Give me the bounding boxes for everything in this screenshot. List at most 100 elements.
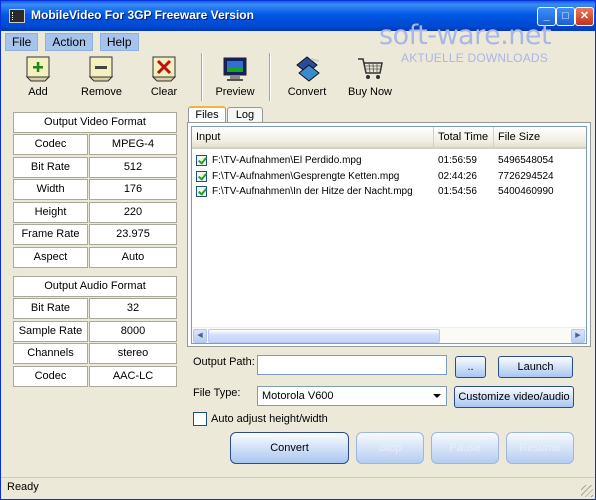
row-file-size: 5400460990: [498, 186, 554, 197]
column-total-time[interactable]: Total Time: [434, 127, 494, 147]
scroll-left-arrow-icon[interactable]: ◀: [193, 329, 207, 343]
output-path-input[interactable]: [257, 355, 447, 375]
video-row-value: 512: [89, 156, 177, 178]
files-list[interactable]: Input Total Time File Size F:\TV-Aufnahm…: [191, 126, 587, 344]
shopping-cart-icon: [356, 55, 384, 83]
pause-label: Pause: [449, 442, 481, 454]
file-type-select[interactable]: Motorola V600: [257, 386, 447, 406]
audio-row-label: Codec: [13, 365, 88, 387]
video-row-value: Auto: [89, 246, 177, 268]
video-row-label: Width: [13, 179, 88, 200]
row-total-time: 02:44:26: [438, 170, 477, 182]
file-type-label: File Type:: [193, 387, 241, 399]
launch-button[interactable]: Launch: [498, 356, 573, 378]
files-tab-panel: Input Total Time File Size F:\TV-Aufnahm…: [187, 122, 591, 347]
tab-files[interactable]: Files: [188, 106, 226, 123]
video-row-label: Height: [13, 201, 88, 223]
maximize-button[interactable]: □: [556, 7, 575, 26]
column-input[interactable]: Input: [192, 127, 434, 147]
video-format-title: Output Video Format: [13, 112, 177, 133]
audio-row-label: Bit Rate: [13, 298, 88, 319]
audio-row-value: 8000: [89, 320, 177, 342]
video-row-label: Frame Rate: [13, 224, 88, 245]
preview-label: Preview: [215, 86, 255, 98]
stop-label: Stop: [378, 442, 402, 454]
video-row-value: 23.975: [89, 224, 177, 245]
customize-button[interactable]: Customize video/audio: [454, 386, 574, 408]
close-button[interactable]: ✕: [575, 7, 594, 26]
audio-row-value: stereo: [89, 343, 177, 364]
app-icon: [9, 9, 25, 23]
menu-bar: File Action Help: [5, 33, 143, 51]
row-input-path: F:\TV-Aufnahmen\Gesprengte Ketten.mpg: [212, 170, 400, 182]
row-input-path: F:\TV-Aufnahmen\El Perdido.mpg: [212, 155, 362, 166]
convert-icon: [293, 55, 321, 83]
browse-button[interactable]: ..: [455, 356, 486, 378]
convert-button[interactable]: Convert: [230, 432, 349, 464]
menu-action[interactable]: Action: [45, 33, 93, 51]
video-row-value: MPEG-4: [89, 134, 177, 155]
row-input-path: F:\TV-Aufnahmen\In der Hitze der Nacht.m…: [212, 186, 413, 197]
video-row-value: 176: [89, 179, 177, 200]
horizontal-scrollbar[interactable]: ◀ ▶: [192, 327, 586, 343]
table-row[interactable]: F:\TV-Aufnahmen\El Perdido.mpg 01:56:59 54…: [192, 153, 586, 168]
resume-button[interactable]: Resume: [506, 432, 574, 464]
file-type-value: Motorola V600: [262, 390, 334, 402]
tab-log[interactable]: Log: [227, 107, 263, 123]
remove-label: Remove: [81, 86, 122, 98]
row-file-size: 7726294524: [498, 170, 554, 182]
audio-row-value: 32: [89, 298, 177, 319]
stop-button[interactable]: Stop: [356, 432, 424, 464]
remove-button[interactable]: Remove: [81, 55, 122, 98]
pause-button[interactable]: Pause: [431, 432, 499, 464]
row-checkbox[interactable]: [196, 170, 207, 182]
clear-button[interactable]: Clear: [149, 55, 179, 98]
preview-button[interactable]: Preview: [215, 55, 255, 98]
chevron-down-icon[interactable]: [429, 388, 445, 404]
resume-label: Resume: [519, 442, 561, 454]
toolbar-separator: [201, 53, 203, 101]
status-bar: Ready: [1, 477, 595, 499]
output-path-label: Output Path:: [193, 356, 255, 368]
row-file-size: 5496548054: [498, 155, 554, 166]
window-title: MobileVideo For 3GP Freeware Version: [31, 8, 254, 22]
app-window: MobileVideo For 3GP Freeware Version _ □…: [0, 0, 596, 500]
video-row-label: Bit Rate: [13, 156, 88, 178]
row-total-time: 01:54:56: [438, 186, 477, 197]
list-header: Input Total Time File Size: [192, 127, 586, 149]
convert-toolbar-label: Convert: [287, 86, 327, 98]
add-button[interactable]: Add: [21, 55, 55, 98]
resize-grip-icon[interactable]: [581, 485, 593, 497]
audio-row-label: Sample Rate: [13, 320, 88, 342]
row-checkbox[interactable]: [196, 186, 207, 197]
auto-adjust-checkbox[interactable]: [193, 412, 207, 426]
preview-icon: [221, 55, 249, 83]
video-row-value: 220: [89, 201, 177, 223]
menu-help[interactable]: Help: [99, 33, 139, 51]
toolbar: Add Remove Clear Preview Convert Buy Now: [1, 53, 595, 103]
row-checkbox[interactable]: [196, 155, 207, 166]
scroll-right-arrow-icon[interactable]: ▶: [571, 329, 585, 343]
video-row-label: Codec: [13, 134, 88, 155]
menu-file[interactable]: File: [5, 33, 39, 51]
row-total-time: 01:56:59: [438, 155, 477, 166]
table-row[interactable]: F:\TV-Aufnahmen\Gesprengte Ketten.mpg 02:…: [192, 169, 586, 184]
table-row[interactable]: F:\TV-Aufnahmen\In der Hitze der Nacht.m…: [192, 184, 586, 199]
audio-row-value: AAC-LC: [89, 365, 177, 387]
clear-label: Clear: [150, 86, 178, 98]
buy-now-label: Buy Now: [347, 86, 393, 98]
buy-now-button[interactable]: Buy Now: [347, 55, 393, 98]
auto-adjust-label: Auto adjust height/width: [211, 413, 328, 425]
status-text: Ready: [7, 481, 39, 493]
watermark-brand: soft-ware.net: [379, 20, 552, 51]
audio-row-label: Channels: [13, 343, 88, 364]
clear-icon: [150, 55, 178, 83]
convert-toolbar-button[interactable]: Convert: [286, 55, 328, 98]
scroll-thumb[interactable]: [208, 329, 440, 343]
add-label: Add: [28, 86, 48, 98]
column-file-size[interactable]: File Size: [494, 127, 586, 147]
audio-format-title: Output Audio Format: [13, 276, 177, 297]
add-icon: [24, 55, 52, 83]
video-row-label: Aspect: [13, 246, 88, 268]
toolbar-separator: [269, 53, 271, 101]
